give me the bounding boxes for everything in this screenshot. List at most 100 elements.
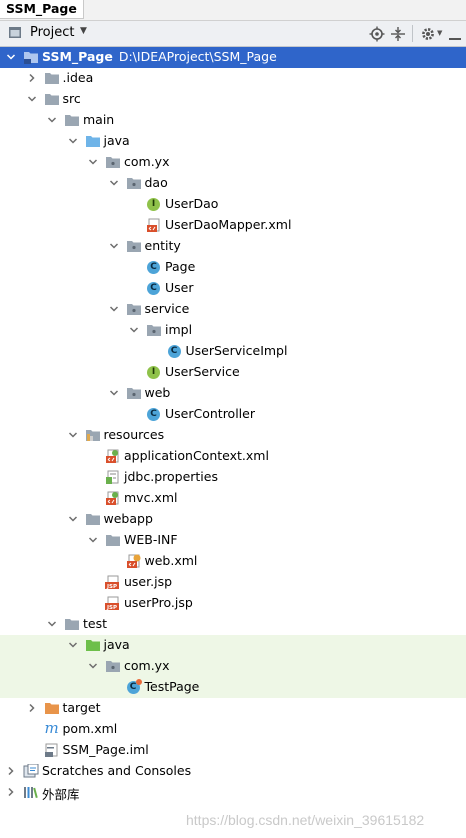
tree-node[interactable]: C UserController: [0, 404, 466, 425]
tree-node-label: Scratches and Consoles: [42, 763, 192, 778]
chevron-right-icon[interactable]: [26, 702, 38, 714]
tree-node[interactable]: dao: [0, 173, 466, 194]
tree-node[interactable]: SSM_Page.iml: [0, 740, 466, 761]
tree-node-label: SSM_Page D:\IDEAProject\SSM_Page: [42, 49, 277, 64]
tree-node-label: SSM_Page.iml: [62, 742, 149, 757]
tree-node[interactable]: 外部库: [0, 782, 466, 803]
tree-node[interactable]: resources: [0, 425, 466, 446]
tree-node-label: UserService: [165, 364, 240, 379]
tree-node[interactable]: C Page: [0, 257, 466, 278]
tree-node-label: target: [62, 700, 101, 715]
tree-node[interactable]: test: [0, 614, 466, 635]
tree-node-label: resources: [103, 427, 165, 442]
tree-node[interactable]: main: [0, 110, 466, 131]
tree-node[interactable]: com.yx: [0, 656, 466, 677]
jsp-file-icon: JSP: [105, 575, 121, 590]
tree-node-label: WEB-INF: [124, 532, 178, 547]
tree-node-label: applicationContext.xml: [124, 448, 269, 463]
project-root-path: D:\IDEAProject\SSM_Page: [118, 49, 277, 64]
project-view-title[interactable]: Project: [30, 25, 74, 40]
scratches-icon: [23, 763, 39, 779]
project-root-name: SSM_Page: [42, 49, 113, 64]
chevron-down-icon[interactable]: [108, 177, 120, 189]
class-icon: C: [146, 260, 162, 275]
tree-node[interactable]: src: [0, 89, 466, 110]
tree-node[interactable]: m pom.xml: [0, 719, 466, 740]
chevron-down-icon[interactable]: [67, 639, 79, 651]
chevron-down-icon[interactable]: [108, 240, 120, 252]
tree-node-label: UserDao: [165, 196, 219, 211]
tree-node[interactable]: service: [0, 299, 466, 320]
folder-icon: [85, 512, 101, 527]
tree-node[interactable]: C TestPage: [0, 677, 466, 698]
folder-icon: [64, 113, 80, 128]
collapse-all-icon[interactable]: [390, 26, 406, 42]
tree-node-label: UserController: [165, 406, 255, 421]
tree-node-label: userPro.jsp: [124, 595, 193, 610]
tree-node[interactable]: I UserService: [0, 362, 466, 383]
tree-node[interactable]: applicationContext.xml: [0, 446, 466, 467]
tree-node[interactable]: .idea: [0, 68, 466, 89]
watermark: https://blog.csdn.net/weixin_39615182: [186, 812, 425, 828]
tree-node[interactable]: Scratches and Consoles: [0, 761, 466, 782]
jsp-file-icon: JSP: [105, 596, 121, 611]
project-view-icon: [9, 27, 21, 38]
tree-node[interactable]: entity: [0, 236, 466, 257]
tree-node-label: java: [103, 637, 130, 652]
package-icon: [126, 386, 142, 401]
folder-icon: [44, 92, 60, 107]
chevron-down-icon[interactable]: ▼: [80, 26, 87, 36]
breadcrumb-project[interactable]: SSM_Page: [0, 0, 84, 19]
chevron-down-icon[interactable]: [67, 513, 79, 525]
class-badge: C: [147, 261, 160, 274]
iml-file-icon: [44, 743, 60, 758]
chevron-down-icon[interactable]: [87, 156, 99, 168]
tree-node-label: service: [144, 301, 190, 316]
tree-node[interactable]: mvc.xml: [0, 488, 466, 509]
tree-node[interactable]: impl: [0, 320, 466, 341]
tree-node[interactable]: web.xml: [0, 551, 466, 572]
package-icon: [126, 239, 142, 254]
tree-node[interactable]: java: [0, 131, 466, 152]
chevron-down-icon[interactable]: [87, 660, 99, 672]
chevron-down-icon[interactable]: [26, 93, 38, 105]
settings-icon[interactable]: [420, 26, 436, 42]
tree-node[interactable]: JSP user.jsp: [0, 572, 466, 593]
hide-icon[interactable]: [447, 26, 463, 42]
tree-node[interactable]: WEB-INF: [0, 530, 466, 551]
tree-node[interactable]: web: [0, 383, 466, 404]
chevron-down-icon[interactable]: [87, 534, 99, 546]
chevron-down-icon[interactable]: [108, 387, 120, 399]
web-xml-icon: [126, 554, 142, 569]
chevron-down-icon[interactable]: [67, 135, 79, 147]
locate-icon[interactable]: [369, 26, 385, 42]
tree-node[interactable]: C UserServiceImpl: [0, 341, 466, 362]
interface-icon: I: [146, 197, 162, 212]
folder-icon: [23, 50, 39, 65]
tree-node[interactable]: com.yx: [0, 152, 466, 173]
excluded-folder-icon: [44, 701, 60, 716]
chevron-down-icon[interactable]: [5, 51, 17, 63]
tree-node-label: main: [83, 112, 115, 127]
tree-node[interactable]: jdbc.properties: [0, 467, 466, 488]
chevron-down-icon[interactable]: [67, 429, 79, 441]
tree-node-label: com.yx: [124, 154, 170, 169]
tree-node-label: entity: [144, 238, 181, 253]
libraries-icon: [23, 785, 39, 800]
chevron-down-icon[interactable]: [108, 303, 120, 315]
tree-node[interactable]: UserDaoMapper.xml: [0, 215, 466, 236]
chevron-down-icon[interactable]: [46, 114, 58, 126]
tree-node-project-root[interactable]: SSM_Page D:\IDEAProject\SSM_Page: [0, 47, 466, 68]
tree-node[interactable]: C User: [0, 278, 466, 299]
chevron-right-icon[interactable]: [5, 765, 17, 777]
settings-dropdown-icon[interactable]: ▼: [437, 29, 442, 37]
chevron-right-icon[interactable]: [5, 786, 17, 798]
tree-node[interactable]: JSP userPro.jsp: [0, 593, 466, 614]
chevron-down-icon[interactable]: [46, 618, 58, 630]
tree-node[interactable]: java: [0, 635, 466, 656]
chevron-right-icon[interactable]: [26, 72, 38, 84]
chevron-down-icon[interactable]: [128, 324, 140, 336]
tree-node[interactable]: I UserDao: [0, 194, 466, 215]
tree-node[interactable]: webapp: [0, 509, 466, 530]
tree-node[interactable]: target: [0, 698, 466, 719]
